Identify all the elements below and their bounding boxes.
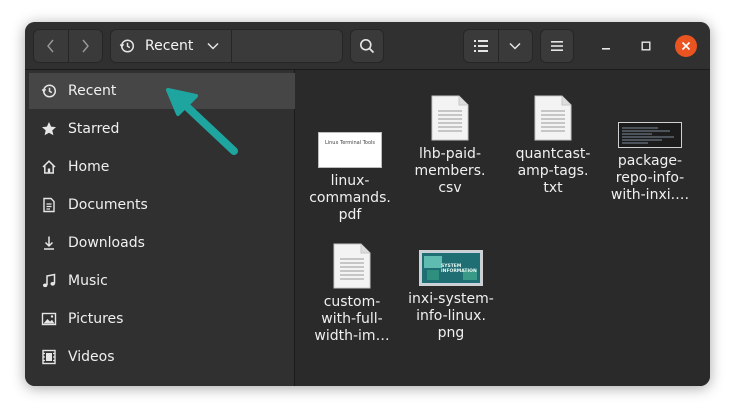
- search-button[interactable]: [350, 29, 384, 63]
- pdf-thumbnail-icon: [318, 132, 382, 168]
- path-label: Recent: [145, 38, 194, 54]
- forward-button[interactable]: [69, 30, 103, 62]
- search-icon: [360, 39, 375, 54]
- minimize-button[interactable]: [595, 35, 617, 57]
- videos-icon: [41, 349, 57, 365]
- back-button[interactable]: [34, 30, 69, 62]
- path-segment-recent[interactable]: Recent: [111, 30, 232, 62]
- file-manager-window: Recent Recent Starred Home Documents Dow…: [25, 22, 710, 386]
- close-icon: [681, 41, 691, 51]
- file-item[interactable]: lhb-paid-members. csv: [406, 93, 494, 197]
- sidebar-item-label: Videos: [68, 349, 115, 365]
- chevron-right-icon: [82, 39, 90, 53]
- file-thumbnail: [606, 122, 694, 148]
- pictures-icon: [41, 311, 57, 327]
- sidebar-item-recent[interactable]: Recent: [29, 73, 295, 109]
- file-thumbnail: [308, 241, 396, 289]
- text-file-icon: [534, 95, 572, 141]
- download-icon: [41, 235, 57, 251]
- view-buttons: [463, 29, 533, 63]
- file-item[interactable]: quantcast-amp-tags. txt: [509, 93, 597, 197]
- header-bar: Recent: [25, 22, 710, 70]
- file-item[interactable]: SYSTEM INFORMATION inxi-system-info-linu…: [407, 250, 495, 342]
- sidebar: Recent Starred Home Documents Downloads: [25, 70, 295, 386]
- sidebar-item-documents[interactable]: Documents: [29, 187, 295, 223]
- sidebar-item-home[interactable]: Home: [29, 149, 295, 185]
- file-item[interactable]: Linux Terminal Tools linux-commands. pdf: [306, 120, 394, 224]
- chevron-down-icon: [509, 42, 521, 50]
- spreadsheet-file-icon: [431, 95, 469, 141]
- text-file-icon: [333, 243, 371, 289]
- list-view-icon: [473, 40, 488, 52]
- sidebar-item-label: Starred: [68, 121, 120, 137]
- thumbnail-caption: Linux Terminal Tools: [324, 140, 376, 146]
- clock-icon: [119, 39, 135, 53]
- sidebar-item-label: Documents: [68, 197, 148, 213]
- chevron-left-icon: [46, 39, 54, 53]
- thumbnail-caption: SYSTEM INFORMATION: [441, 264, 477, 274]
- sidebar-item-downloads[interactable]: Downloads: [29, 225, 295, 261]
- file-name: inxi-system-info-linux. png: [408, 291, 494, 341]
- maximize-icon: [641, 41, 651, 51]
- file-view: Linux Terminal Tools linux-commands. pdf …: [295, 70, 710, 386]
- terminal-screenshot-thumbnail: [618, 122, 682, 148]
- list-view-button[interactable]: [464, 30, 499, 62]
- chevron-down-icon[interactable]: [207, 42, 219, 50]
- hamburger-menu-icon: [551, 41, 563, 51]
- minimize-icon: [602, 48, 610, 50]
- maximize-button[interactable]: [635, 35, 657, 57]
- sidebar-item-label: Recent: [68, 83, 117, 99]
- file-name: package-repo-info-with-inxi.…: [610, 153, 690, 203]
- file-name: custom-with-full-width-im…: [314, 294, 390, 344]
- close-button[interactable]: [675, 35, 697, 57]
- sidebar-item-videos[interactable]: Videos: [29, 339, 295, 375]
- main-menu-button[interactable]: [540, 29, 574, 63]
- star-icon: [41, 121, 57, 137]
- view-options-button[interactable]: [499, 30, 533, 62]
- sidebar-item-label: Music: [68, 273, 108, 289]
- sidebar-item-music[interactable]: Music: [29, 263, 295, 299]
- clock-icon: [41, 83, 57, 99]
- document-icon: [41, 197, 57, 213]
- sidebar-item-pictures[interactable]: Pictures: [29, 301, 295, 337]
- navigation-buttons: [33, 29, 103, 63]
- sidebar-item-label: Pictures: [68, 311, 124, 327]
- sidebar-item-label: Downloads: [68, 235, 145, 251]
- file-thumbnail: [406, 93, 494, 141]
- file-name: lhb-paid-members. csv: [414, 146, 486, 196]
- sidebar-item-label: Home: [68, 159, 110, 175]
- sidebar-item-starred[interactable]: Starred: [29, 111, 295, 147]
- file-name: quantcast-amp-tags. txt: [515, 146, 591, 196]
- file-name: linux-commands. pdf: [309, 173, 391, 223]
- file-item[interactable]: custom-with-full-width-im…: [308, 241, 396, 345]
- path-bar[interactable]: Recent: [110, 29, 343, 63]
- file-thumbnail: [509, 93, 597, 141]
- music-icon: [41, 273, 57, 289]
- home-icon: [41, 159, 57, 175]
- file-item[interactable]: package-repo-info-with-inxi.…: [606, 122, 694, 204]
